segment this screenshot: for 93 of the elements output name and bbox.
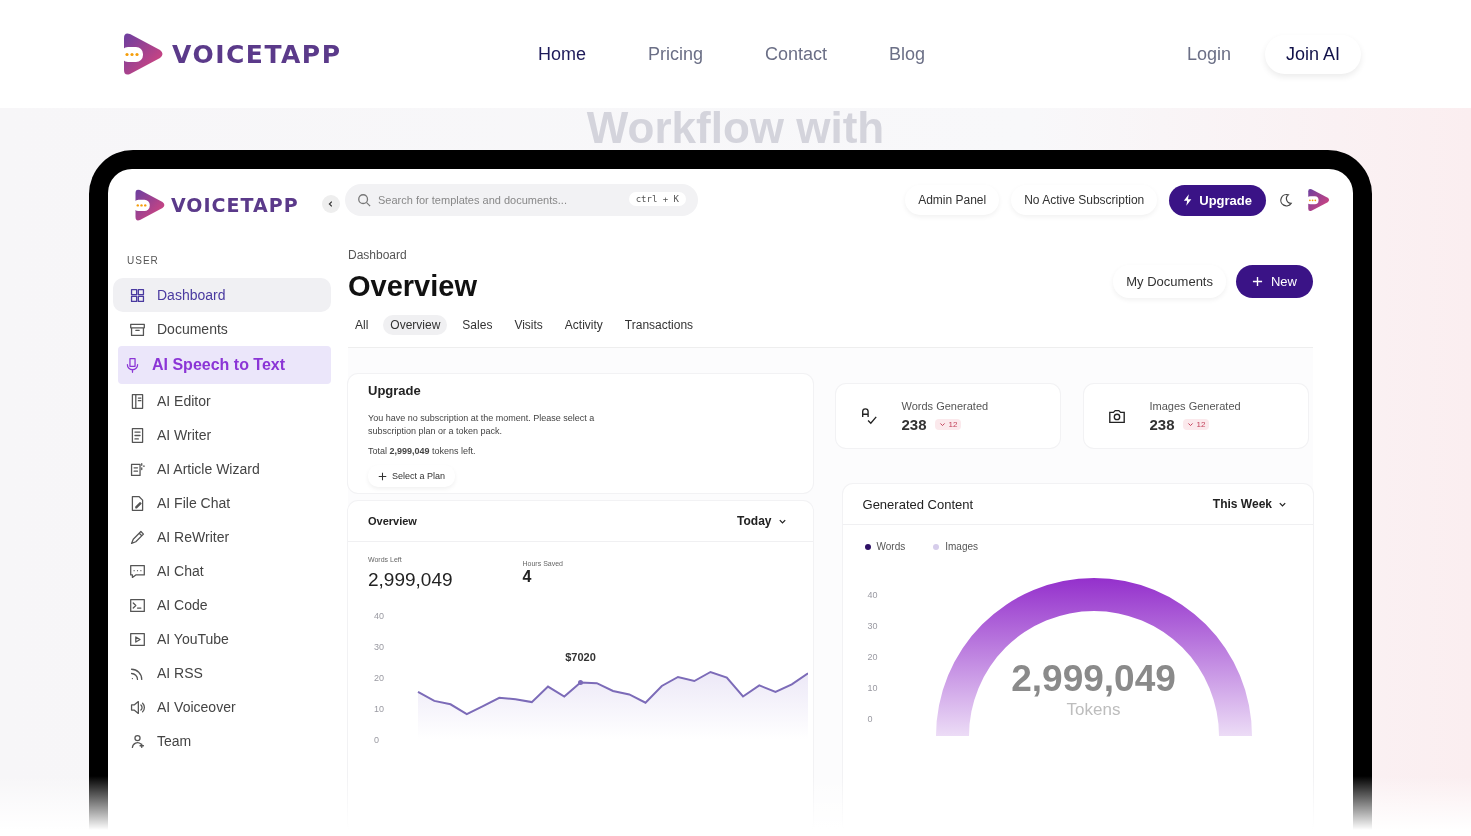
axis-tick: 30 xyxy=(867,621,878,632)
tab[interactable]: Transactions xyxy=(617,315,701,335)
subscription-button[interactable]: No Active Subscription xyxy=(1011,185,1158,215)
sidebar-item[interactable]: AI Editor xyxy=(113,384,331,418)
search-icon xyxy=(357,193,371,207)
plus-icon xyxy=(378,471,387,481)
tab[interactable]: Visits xyxy=(507,315,550,335)
upgrade-message: You have no subscription at the moment. Please select a subscription plan or a token pack. xyxy=(368,412,596,438)
tab[interactable]: All xyxy=(348,315,376,335)
change-badge: 12 xyxy=(1182,418,1210,430)
card-title: Upgrade xyxy=(368,383,422,398)
axis-tick: 10 xyxy=(374,704,384,714)
metric-value: 4 xyxy=(522,568,533,586)
lightning-icon xyxy=(1183,194,1194,206)
stat-label: Words Generated xyxy=(901,399,989,412)
tooltip-label: $7020 xyxy=(565,650,596,663)
sidebar-item[interactable]: Dashboard xyxy=(113,278,331,312)
card-title: Overview xyxy=(368,515,417,527)
pencil-icon xyxy=(129,528,146,546)
axis-tick: 40 xyxy=(374,611,384,621)
sidebar-item[interactable]: AI Speech to Text xyxy=(118,346,331,384)
avatar-icon[interactable] xyxy=(1305,187,1331,213)
stat-label: Images Generated xyxy=(1149,399,1241,412)
collapse-button[interactable] xyxy=(322,195,340,213)
axis-tick: 10 xyxy=(867,683,878,694)
chat-icon xyxy=(129,562,146,580)
stat-value: 238 xyxy=(1149,415,1175,433)
spellcheck-icon xyxy=(859,407,878,425)
legend-label: Words xyxy=(876,541,906,552)
user-icon xyxy=(129,732,146,750)
sidebar-item[interactable]: Documents xyxy=(113,312,331,346)
axis-tick: 30 xyxy=(374,642,384,652)
stat-value: 238 xyxy=(901,415,927,433)
nav-link[interactable]: Pricing xyxy=(648,43,704,65)
sidebar-item[interactable]: Team xyxy=(113,724,331,758)
sidebar-item[interactable]: AI Voiceover xyxy=(113,690,331,724)
tab[interactable]: Sales xyxy=(455,315,500,335)
sidebar-item[interactable]: AI Code xyxy=(113,588,331,622)
page-title: Overview xyxy=(348,270,478,303)
logo-wordmark[interactable]: VOICETAPP xyxy=(171,194,299,216)
sidebar-item[interactable]: AI RSS xyxy=(113,656,331,690)
breadcrumb: Dashboard xyxy=(348,248,408,262)
camera-icon xyxy=(1107,407,1126,425)
nav-link[interactable]: Blog xyxy=(889,43,926,65)
axis-tick: 40 xyxy=(867,590,878,601)
moon-icon[interactable] xyxy=(1278,192,1293,208)
axis-tick: 0 xyxy=(867,714,874,725)
sidebar-item[interactable]: AI YouTube xyxy=(113,622,331,656)
change-badge: 12 xyxy=(934,418,962,430)
gauge-value: 2,999,049 xyxy=(1010,658,1177,700)
axis-tick: 20 xyxy=(867,652,878,663)
section-label: USER xyxy=(126,254,160,268)
nav-link[interactable]: Home xyxy=(538,43,586,65)
period-dropdown[interactable]: This Week xyxy=(1206,496,1293,512)
chevron-down-icon xyxy=(1186,420,1194,428)
new-button[interactable]: New xyxy=(1236,265,1313,298)
tokens-left-text: Total 2,999,049 tokens left. xyxy=(368,445,477,458)
file-icon xyxy=(129,494,146,512)
book-icon xyxy=(129,392,146,410)
select-plan-button[interactable]: Select a Plan xyxy=(368,465,456,487)
logo-wordmark[interactable]: VOICETAPP xyxy=(172,39,342,69)
admin-panel-button[interactable]: Admin Panel xyxy=(905,185,1000,215)
upgrade-button[interactable]: Upgrade xyxy=(1169,184,1266,216)
sidebar-item[interactable]: AI Writer xyxy=(113,418,331,452)
play-icon xyxy=(129,630,146,648)
terminal-icon xyxy=(129,596,146,614)
chart-point xyxy=(578,680,583,686)
microphone-icon xyxy=(124,356,141,374)
join-button[interactable]: Join AI xyxy=(1264,34,1361,74)
sidebar-item[interactable]: AI Article Wizard xyxy=(113,452,331,486)
period-dropdown[interactable]: Today xyxy=(731,513,793,529)
sidebar-item[interactable]: AI Chat xyxy=(113,554,331,588)
axis-tick: 0 xyxy=(374,735,379,745)
document-icon xyxy=(129,426,146,444)
legend-label: Images xyxy=(945,541,979,552)
plus-icon xyxy=(1252,276,1263,287)
speaker-icon xyxy=(129,698,146,716)
sidebar-item[interactable]: AI ReWriter xyxy=(113,520,331,554)
my-documents-button[interactable]: My Documents xyxy=(1113,265,1226,298)
card-title: Generated Content xyxy=(862,496,974,512)
nav-link[interactable]: Contact xyxy=(765,43,828,65)
tab[interactable]: Overview xyxy=(383,315,448,335)
chevron-left-icon xyxy=(327,200,335,208)
tab[interactable]: Activity xyxy=(557,315,610,335)
metric-value: 2,999,049 xyxy=(368,569,453,591)
chevron-down-icon xyxy=(938,420,946,428)
document-icon xyxy=(129,460,146,478)
gauge-unit: Tokens xyxy=(1065,700,1122,720)
grid-icon xyxy=(129,286,146,304)
login-link[interactable]: Login xyxy=(1186,43,1231,65)
shortcut-hint: ctrl + K xyxy=(628,192,686,206)
sidebar-item[interactable]: AI File Chat xyxy=(113,486,331,520)
axis-tick: 20 xyxy=(374,673,384,683)
